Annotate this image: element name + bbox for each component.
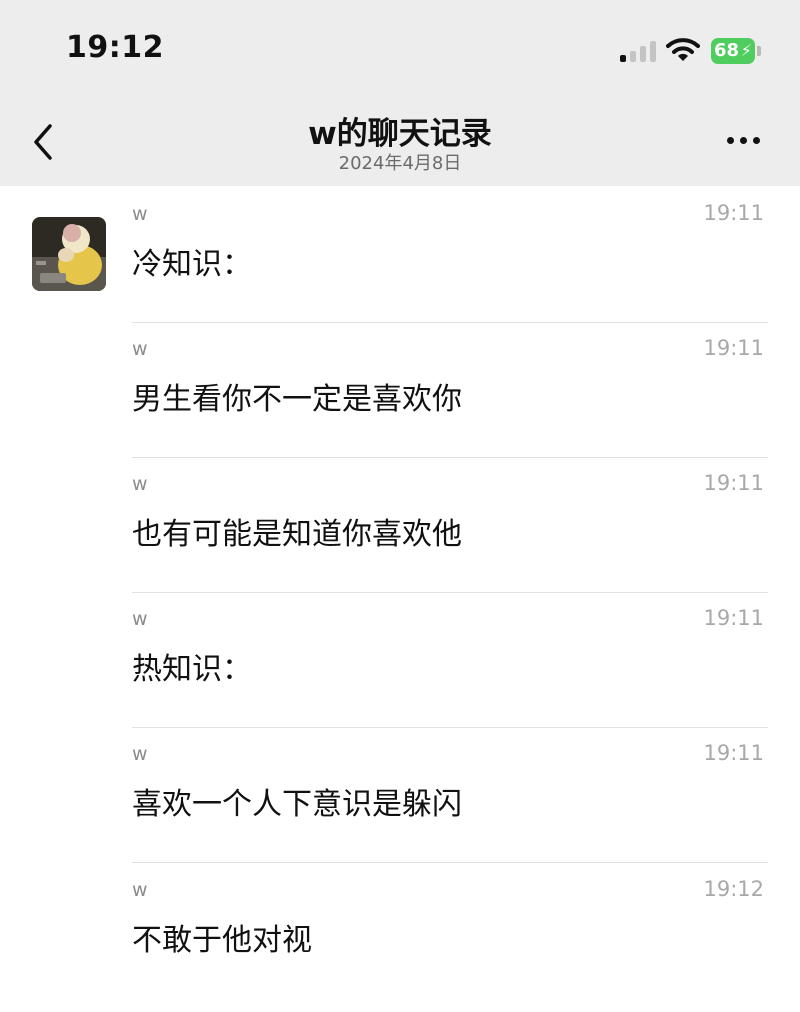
wifi-icon <box>666 38 700 61</box>
message-text: 喜欢一个人下意识是躲闪 <box>132 787 462 822</box>
message-item[interactable]: w 19:11 也有可能是知道你喜欢他 <box>132 457 768 593</box>
message-time: 19:12 <box>703 877 764 901</box>
message-item[interactable]: w 19:11 热知识： <box>132 592 768 728</box>
message-text: 男生看你不一定是喜欢你 <box>132 382 462 417</box>
charging-bolt-icon: ⚡ <box>740 41 752 60</box>
avatar[interactable] <box>32 217 106 291</box>
message-item[interactable]: w 19:11 冷知识： <box>132 187 768 323</box>
message-sender: w <box>132 879 148 901</box>
avatar-image <box>32 217 106 291</box>
battery-level: 68 <box>714 40 740 61</box>
message-sender: w <box>132 338 148 360</box>
message-text: 也有可能是知道你喜欢他 <box>132 517 462 552</box>
more-button[interactable] <box>724 128 764 152</box>
message-sender: w <box>132 743 148 765</box>
message-sender: w <box>132 608 148 630</box>
status-time: 19:12 <box>66 30 164 65</box>
cellular-signal-icon <box>620 40 656 62</box>
message-item[interactable]: w 19:11 喜欢一个人下意识是躲闪 <box>132 727 768 863</box>
message-sender: w <box>132 473 148 495</box>
battery-cap <box>757 46 761 56</box>
message-time: 19:11 <box>703 606 764 630</box>
message-text: 不敢于他对视 <box>132 923 312 958</box>
nav-header: 19:12 68 ⚡ w的聊天记录 2024年4月8日 <box>0 0 800 186</box>
message-time: 19:11 <box>703 741 764 765</box>
message-text: 热知识： <box>132 652 252 687</box>
battery-icon: 68 ⚡ <box>711 38 755 64</box>
message-time: 19:11 <box>703 201 764 225</box>
more-dots-icon <box>727 137 734 144</box>
message-item[interactable]: w 19:12 不敢于他对视 <box>132 863 768 998</box>
message-text: 冷知识： <box>132 247 252 282</box>
message-sender: w <box>132 203 148 225</box>
message-time: 19:11 <box>703 336 764 360</box>
message-item[interactable]: w 19:11 男生看你不一定是喜欢你 <box>132 322 768 458</box>
page-subtitle-date: 2024年4月8日 <box>338 153 462 174</box>
page-title: w的聊天记录 <box>308 116 492 152</box>
message-time: 19:11 <box>703 471 764 495</box>
